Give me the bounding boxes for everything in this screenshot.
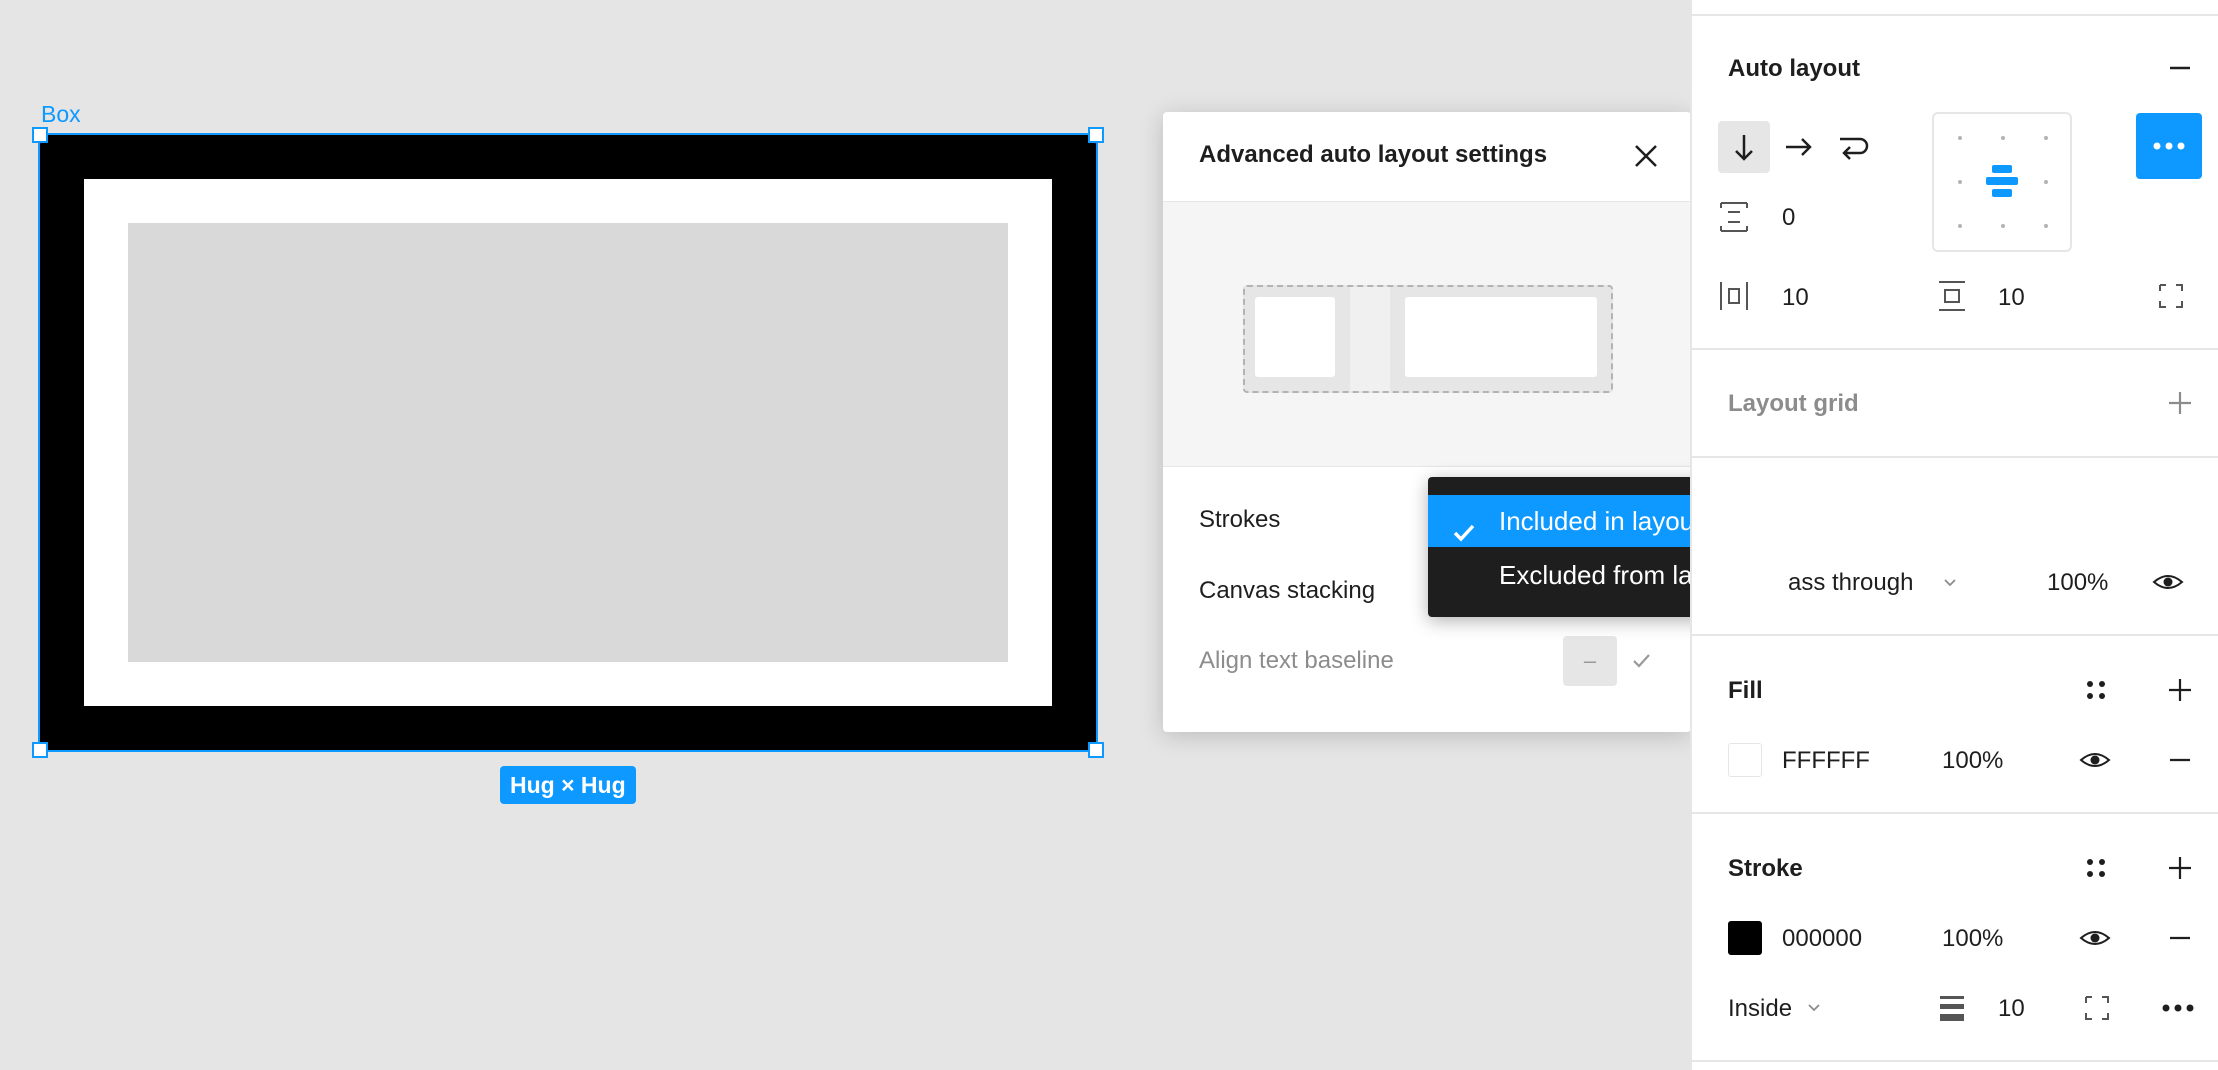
advanced-settings-button[interactable]	[2136, 113, 2202, 179]
menu-item-label: Included in layout	[1499, 506, 1702, 536]
styles-grid-icon[interactable]	[2082, 854, 2110, 882]
eye-icon[interactable]	[2078, 922, 2112, 954]
inner-gray-layer[interactable]	[128, 223, 1008, 662]
vertical-padding-icon	[1936, 279, 1968, 313]
align-dot	[2001, 224, 2005, 228]
frame-label[interactable]: Box	[41, 101, 81, 128]
layout-preview	[1163, 201, 1691, 467]
align-dot	[2001, 136, 2005, 140]
blend-mode-select[interactable]: ass through	[1788, 569, 1913, 597]
stroke-color-swatch[interactable]	[1728, 921, 1762, 955]
alignment-grid[interactable]	[1932, 112, 2072, 252]
horizontal-padding-value[interactable]: 10	[1782, 284, 1809, 312]
stroke-settings-more-icon[interactable]	[2158, 991, 2198, 1025]
add-fill-icon[interactable]	[2166, 676, 2194, 704]
styles-grid-icon[interactable]	[2082, 676, 2110, 704]
align-dot	[2044, 180, 2048, 184]
fill-color-swatch[interactable]	[1728, 743, 1762, 777]
eye-icon[interactable]	[2151, 566, 2185, 598]
remove-fill-icon[interactable]	[2166, 746, 2194, 774]
box-frame[interactable]	[38, 133, 1098, 752]
align-text-baseline-label: Align text baseline	[1199, 647, 1394, 674]
align-dot	[1958, 180, 1962, 184]
close-icon[interactable]	[1628, 138, 1664, 174]
divider	[1692, 1060, 2218, 1062]
inner-white-layer[interactable]	[84, 179, 1052, 706]
remove-stroke-icon[interactable]	[2166, 924, 2194, 952]
layout-grid-title: Layout grid	[1728, 390, 1859, 417]
preview-gap	[1350, 287, 1390, 391]
resize-handle-bottom-left[interactable]	[32, 742, 48, 758]
eye-icon[interactable]	[2078, 744, 2112, 776]
advanced-auto-layout-popup: Advanced auto layout settings Strokes Ca…	[1163, 112, 1691, 732]
preview-frame	[1243, 285, 1613, 393]
align-dot	[1958, 224, 1962, 228]
resize-handle-bottom-right[interactable]	[1088, 742, 1104, 758]
vertical-padding-value[interactable]: 10	[1998, 284, 2025, 312]
align-baseline-toggle[interactable]: –	[1563, 636, 1617, 686]
stroke-position-select[interactable]: Inside	[1728, 995, 1792, 1023]
fill-hex-value[interactable]: FFFFFF	[1782, 747, 1870, 775]
stroke-weight-icon	[1936, 992, 1968, 1024]
individual-strokes-icon[interactable]	[2080, 991, 2114, 1025]
preview-item-large	[1405, 297, 1597, 377]
direction-horizontal-button[interactable]	[1772, 121, 1824, 173]
fill-title: Fill	[1728, 677, 1763, 704]
canvas-stacking-label: Canvas stacking	[1199, 577, 1376, 604]
layer-opacity-value[interactable]: 100%	[2047, 569, 2108, 597]
preview-item-small	[1255, 297, 1335, 377]
arrow-right-icon	[1786, 138, 1812, 156]
align-center-indicator	[1992, 189, 2012, 197]
popup-title: Advanced auto layout settings	[1199, 141, 1548, 168]
divider	[1692, 634, 2218, 636]
size-badge: Hug × Hug	[500, 766, 636, 804]
divider	[1692, 812, 2218, 814]
divider	[1692, 456, 2218, 458]
strokes-label: Strokes	[1199, 506, 1281, 533]
individual-padding-icon[interactable]	[2154, 279, 2188, 313]
stroke-opacity-value[interactable]: 100%	[1942, 925, 2003, 953]
align-dot	[1958, 136, 1962, 140]
align-dot	[2044, 224, 2048, 228]
stroke-title: Stroke	[1728, 855, 1803, 882]
remove-auto-layout-icon[interactable]	[2166, 54, 2194, 82]
checkmark-icon	[1452, 509, 1476, 542]
align-dot	[2044, 136, 2048, 140]
horizontal-padding-icon	[1718, 279, 1750, 313]
wrap-icon	[1840, 137, 1869, 160]
auto-layout-title: Auto layout	[1728, 55, 1860, 82]
stroke-hex-value[interactable]: 000000	[1782, 925, 1862, 953]
resize-handle-top-right[interactable]	[1088, 127, 1104, 143]
add-layout-grid-icon[interactable]	[2166, 389, 2194, 417]
align-center-indicator	[1986, 177, 2018, 185]
more-icon	[2153, 142, 2185, 150]
properties-panel: Auto layout 0 10 10 Layout grid ass thro…	[1690, 0, 2218, 1070]
chevron-down-icon[interactable]	[1942, 575, 1958, 591]
arrow-down-icon	[1735, 135, 1753, 161]
chevron-down-icon[interactable]	[1806, 1000, 1822, 1016]
resize-handle-top-left[interactable]	[32, 127, 48, 143]
checkmark-icon[interactable]	[1629, 650, 1655, 672]
align-center-indicator	[1992, 165, 2012, 173]
divider	[1692, 348, 2218, 350]
gap-icon	[1718, 200, 1750, 234]
gap-value[interactable]: 0	[1782, 204, 1795, 232]
direction-vertical-button[interactable]	[1718, 121, 1770, 173]
divider	[1692, 14, 2218, 16]
add-stroke-icon[interactable]	[2166, 854, 2194, 882]
stroke-weight-value[interactable]: 10	[1998, 995, 2025, 1023]
direction-wrap-button[interactable]	[1826, 121, 1878, 173]
fill-opacity-value[interactable]: 100%	[1942, 747, 2003, 775]
